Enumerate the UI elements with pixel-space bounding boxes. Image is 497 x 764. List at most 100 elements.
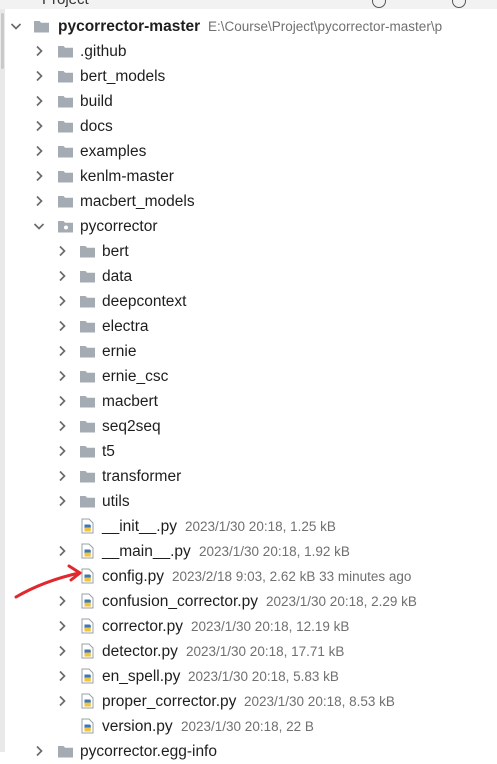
chevron-right-icon[interactable] (55, 494, 69, 508)
folder-icon (79, 343, 96, 359)
tree-file[interactable]: config.py 2023/2/18 9:03, 2.62 kB 33 minu… (0, 564, 497, 589)
tree-subfolder[interactable]: utils (0, 489, 497, 514)
chevron-right-icon[interactable] (55, 369, 69, 383)
chevron-right-icon[interactable] (55, 694, 69, 708)
file-meta: 2023/1/30 20:18, 1.25 kB (185, 519, 336, 534)
file-meta: 2023/1/30 20:18, 22 B (181, 719, 314, 734)
settings-gear-icon[interactable] (452, 0, 466, 8)
folder-icon (79, 268, 96, 284)
tree-folder[interactable]: docs (0, 114, 497, 139)
item-name: config.py (102, 568, 165, 585)
item-name: ernie (102, 343, 137, 360)
tree-folder[interactable]: .github (0, 39, 497, 64)
chevron-right-icon[interactable] (55, 344, 69, 358)
file-meta: 2023/2/18 9:03, 2.62 kB 33 minutes ago (172, 569, 412, 584)
tree-folder[interactable]: kenlm-master (0, 164, 497, 189)
python-file-icon (79, 593, 96, 609)
chevron-right-icon[interactable] (55, 319, 69, 333)
item-name: pycorrector (80, 218, 158, 235)
folder-icon (79, 443, 96, 459)
file-meta: 2023/1/30 20:18, 2.29 kB (266, 594, 417, 609)
item-name: __main__.py (102, 543, 191, 560)
tree-subfolder[interactable]: macbert (0, 389, 497, 414)
folder-icon (79, 468, 96, 484)
folder-icon (57, 68, 74, 84)
item-name: utils (102, 493, 130, 510)
python-file-icon (79, 518, 96, 534)
tree-folder[interactable]: macbert_models (0, 189, 497, 214)
chevron-right-icon[interactable] (55, 644, 69, 658)
tree-folder[interactable]: build (0, 89, 497, 114)
chevron-right-icon[interactable] (55, 294, 69, 308)
chevron-right-icon[interactable] (55, 619, 69, 633)
chevron-right-icon[interactable] (32, 44, 46, 58)
select-opened-file-icon[interactable] (372, 0, 386, 8)
item-name: bert_models (80, 68, 166, 85)
item-name: seq2seq (102, 418, 161, 435)
chevron-right-icon[interactable] (32, 744, 46, 758)
chevron-right-icon[interactable] (32, 119, 46, 133)
chevron-right-icon[interactable] (32, 194, 46, 208)
item-name: pycorrector-master (58, 18, 201, 35)
folder-icon (57, 93, 74, 109)
tree-subfolder[interactable]: electra (0, 314, 497, 339)
tree-subfolder[interactable]: ernie (0, 339, 497, 364)
chevron-right-icon[interactable] (55, 544, 69, 558)
chevron-down-icon[interactable] (32, 219, 46, 233)
chevron-right-icon[interactable] (55, 469, 69, 483)
tree-subfolder[interactable]: bert (0, 239, 497, 264)
file-meta: 2023/1/30 20:18, 8.53 kB (244, 694, 395, 709)
item-name: docs (80, 118, 113, 135)
chevron-right-icon[interactable] (55, 594, 69, 608)
tree-file[interactable]: confusion_corrector.py 2023/1/30 20:18, 2… (0, 589, 497, 614)
chevron-right-icon[interactable] (32, 94, 46, 108)
item-name: data (102, 268, 133, 285)
project-path: E:\Course\Project\pycorrector-master\p (208, 19, 443, 34)
tree-subfolder[interactable]: transformer (0, 464, 497, 489)
chevron-right-icon[interactable] (32, 169, 46, 183)
item-name: deepcontext (102, 293, 187, 310)
tool-window-title: Project (42, 0, 89, 8)
item-name: detector.py (102, 643, 178, 660)
folder-icon (57, 193, 74, 209)
tree-folder[interactable]: examples (0, 139, 497, 164)
tree-file[interactable]: __init__.py 2023/1/30 20:18, 1.25 kB (0, 514, 497, 539)
python-file-icon (79, 668, 96, 684)
folder-icon (57, 168, 74, 184)
folder-icon (57, 143, 74, 159)
tree-subfolder[interactable]: ernie_csc (0, 364, 497, 389)
chevron-right-icon[interactable] (55, 394, 69, 408)
item-name: build (80, 93, 113, 110)
folder-icon (79, 493, 96, 509)
chevron-right-icon[interactable] (32, 144, 46, 158)
item-name: __init__.py (102, 518, 177, 535)
python-file-icon (79, 568, 96, 584)
tree-folder[interactable]: bert_models (0, 64, 497, 89)
chevron-right-icon[interactable] (55, 269, 69, 283)
folder-icon (79, 418, 96, 434)
tree-subfolder[interactable]: data (0, 264, 497, 289)
tree-file[interactable]: __main__.py 2023/1/30 20:18, 1.92 kB (0, 539, 497, 564)
tree-file[interactable]: en_spell.py 2023/1/30 20:18, 5.83 kB (0, 664, 497, 689)
chevron-right-icon[interactable] (55, 419, 69, 433)
file-meta: 2023/1/30 20:18, 1.92 kB (199, 544, 350, 559)
chevron-right-icon[interactable] (32, 69, 46, 83)
chevron-down-icon[interactable] (9, 19, 23, 33)
folder-icon (79, 318, 96, 334)
package-folder-icon (57, 218, 74, 234)
tree-root-pycorrector-master[interactable]: pycorrector-master E:\Course\Project\pyco… (0, 14, 497, 39)
tree-subfolder[interactable]: deepcontext (0, 289, 497, 314)
chevron-right-icon[interactable] (55, 244, 69, 258)
chevron-right-icon[interactable] (55, 669, 69, 683)
tree-file[interactable]: proper_corrector.py 2023/1/30 20:18, 8.53… (0, 689, 497, 714)
tree-file[interactable]: detector.py 2023/1/30 20:18, 17.71 kB (0, 639, 497, 664)
tree-package-pycorrector[interactable]: pycorrector (0, 214, 497, 239)
tree-file[interactable]: version.py 2023/1/30 20:18, 22 B (0, 714, 497, 739)
tree-subfolder[interactable]: seq2seq (0, 414, 497, 439)
chevron-right-icon[interactable] (55, 444, 69, 458)
tree-file[interactable]: corrector.py 2023/1/30 20:18, 12.19 kB (0, 614, 497, 639)
tree-subfolder[interactable]: t5 (0, 439, 497, 464)
project-tool-window-header: Project (0, 0, 497, 9)
python-file-icon (79, 543, 96, 559)
item-name: ernie_csc (102, 368, 169, 385)
